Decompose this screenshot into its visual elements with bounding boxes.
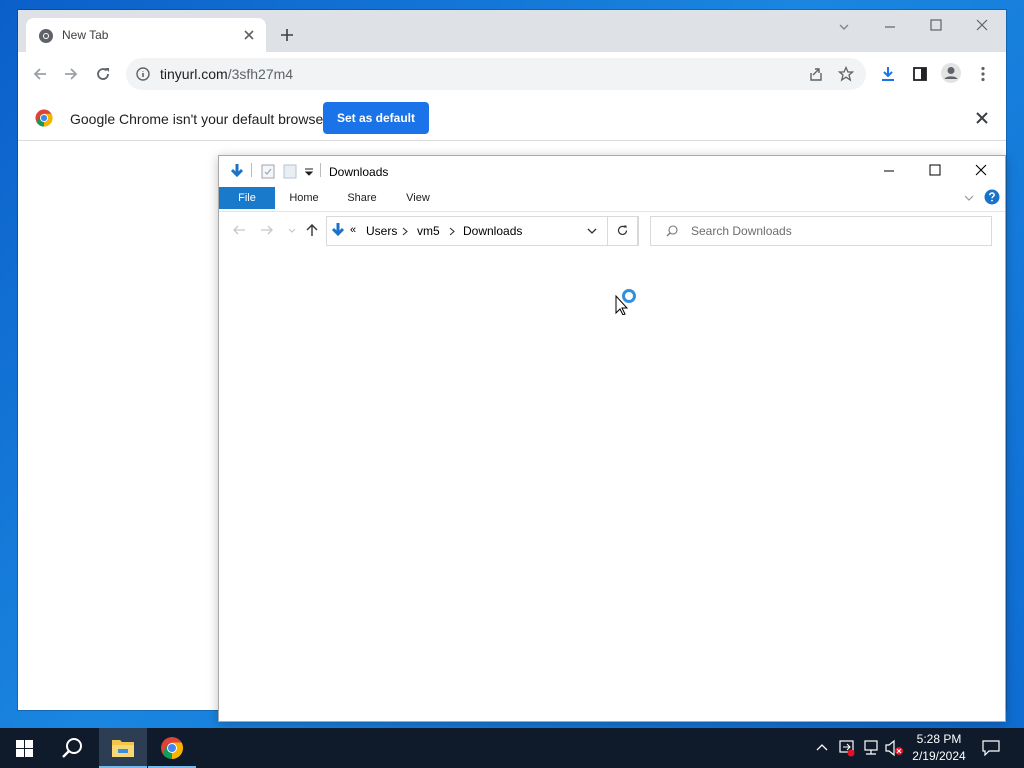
minimize-icon[interactable]	[884, 21, 896, 33]
tab-file[interactable]: File	[219, 187, 275, 209]
refresh-icon	[617, 225, 628, 235]
share-icon[interactable]	[808, 66, 824, 82]
minimize-icon[interactable]	[883, 165, 895, 177]
close-window-icon[interactable]	[975, 164, 987, 176]
close-window-icon[interactable]	[976, 19, 988, 31]
tab-new-tab[interactable]: New Tab	[26, 18, 266, 52]
profile-avatar-icon[interactable]	[940, 62, 962, 84]
ribbon-tabs: File Home Share View	[219, 187, 1005, 212]
busy-cursor-icon	[615, 289, 636, 315]
address-bar[interactable]: tinyurl.com/3sfh27m4	[126, 58, 866, 90]
back-arrow-icon[interactable]	[32, 66, 48, 82]
back-arrow-icon[interactable]	[232, 224, 246, 236]
clock-time: 5:28 PM	[916, 732, 962, 746]
refresh-button[interactable]	[607, 216, 639, 246]
site-info-icon[interactable]	[136, 67, 150, 81]
chrome-logo-icon	[35, 109, 53, 127]
download-icon[interactable]	[879, 65, 897, 83]
folder-icon	[112, 740, 134, 757]
file-explorer-window: Downloads File Home Share View « Users v…	[218, 155, 1006, 722]
show-hidden-icons-chevron-up-icon[interactable]	[816, 743, 828, 751]
help-icon[interactable]	[984, 189, 1000, 205]
breadcrumb-users[interactable]: Users	[366, 224, 397, 238]
maximize-icon[interactable]	[930, 19, 942, 31]
expand-ribbon-icon[interactable]	[964, 193, 974, 203]
breadcrumb-downloads[interactable]: Downloads	[463, 224, 522, 238]
window-title: Downloads	[329, 165, 389, 179]
url-host: tinyurl.com	[160, 66, 228, 82]
forward-arrow-icon[interactable]	[260, 224, 274, 236]
tab-home[interactable]: Home	[281, 187, 327, 209]
close-infobar-icon[interactable]	[976, 112, 988, 124]
set-as-default-button[interactable]: Set as default	[323, 102, 429, 134]
address-bar[interactable]: « Users vm5 Downloads	[326, 216, 638, 246]
network-icon[interactable]	[862, 739, 880, 757]
qat-divider	[251, 163, 252, 177]
recent-locations-icon[interactable]	[288, 228, 296, 234]
url-path: /3sfh27m4	[227, 66, 294, 82]
chevron-right-icon[interactable]	[402, 227, 408, 236]
bookmark-star-icon[interactable]	[838, 66, 854, 82]
properties-icon[interactable]	[261, 164, 275, 179]
system-clock[interactable]: 5:28 PM 2/19/2024	[900, 731, 978, 765]
title-divider	[320, 163, 321, 177]
new-folder-icon[interactable]	[283, 164, 297, 179]
infobar-message: Google Chrome isn't your default browser	[70, 111, 328, 127]
taskbar: 5:28 PM 2/19/2024	[0, 728, 1024, 768]
tab-view[interactable]: View	[395, 187, 441, 209]
tab-search-icon[interactable]	[838, 21, 850, 33]
qat-customize-icon[interactable]	[305, 168, 313, 176]
side-panel-icon[interactable]	[912, 66, 928, 82]
close-tab-icon[interactable]	[244, 30, 254, 40]
search-placeholder: Search Downloads	[691, 224, 792, 238]
tab-share[interactable]: Share	[339, 187, 385, 209]
search-icon	[666, 225, 678, 237]
clock-date: 2/19/2024	[912, 749, 966, 763]
chrome-favicon-icon	[39, 29, 53, 43]
chrome-logo-icon	[161, 737, 183, 759]
downloads-location-icon	[331, 223, 345, 237]
tab-strip: New Tab	[18, 10, 1006, 52]
up-arrow-icon[interactable]	[305, 223, 319, 237]
chevron-right-icon[interactable]	[449, 227, 455, 236]
menu-kebab-icon[interactable]	[980, 66, 986, 82]
breadcrumb-overflow[interactable]: «	[350, 224, 356, 236]
taskbar-chrome[interactable]	[148, 728, 196, 768]
downloads-folder-icon	[230, 164, 244, 178]
taskbar-file-explorer[interactable]	[99, 728, 147, 768]
browser-toolbar: tinyurl.com/3sfh27m4	[18, 52, 1006, 96]
security-tray-icon[interactable]	[838, 739, 856, 757]
action-center-icon[interactable]	[982, 740, 1000, 756]
default-browser-infobar: Google Chrome isn't your default browser…	[18, 96, 1006, 141]
address-history-chevron-down-icon[interactable]	[587, 228, 597, 235]
tab-title: New Tab	[62, 28, 109, 42]
url-text[interactable]: tinyurl.com/3sfh27m4	[160, 66, 293, 82]
reload-icon[interactable]	[95, 66, 111, 82]
maximize-icon[interactable]	[929, 164, 941, 176]
new-tab-icon[interactable]	[280, 28, 294, 42]
forward-arrow-icon[interactable]	[63, 66, 79, 82]
search-box[interactable]: Search Downloads	[650, 216, 992, 246]
breadcrumb-vm5[interactable]: vm5	[417, 224, 440, 238]
windows-start-icon[interactable]	[16, 740, 33, 757]
search-icon[interactable]	[61, 737, 83, 759]
